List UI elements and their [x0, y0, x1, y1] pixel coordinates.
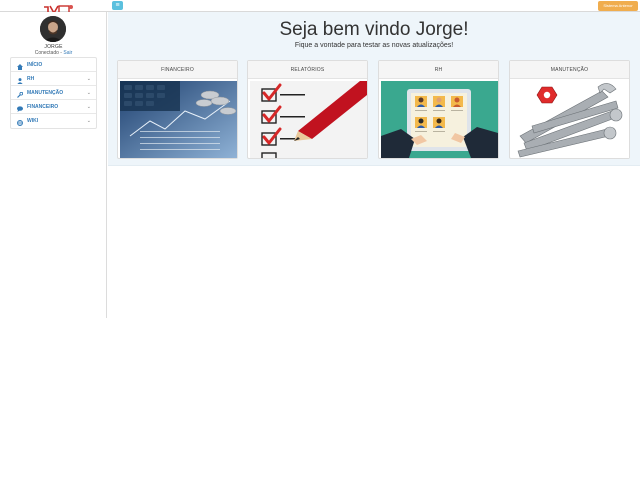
card-manutencao[interactable]: MANUTENÇÃO	[509, 60, 630, 159]
card-rh[interactable]: RH	[378, 60, 499, 159]
old-system-button[interactable]: Sistema Antenor	[598, 1, 638, 11]
page-title: Seja bem vindo Jorge!	[279, 19, 469, 40]
brand-logo[interactable]	[42, 1, 74, 15]
sidebar-item-label: FINANCEIRO	[27, 104, 59, 110]
chevron-down-icon: ⌄	[86, 104, 91, 110]
sidebar-item-label: RH	[27, 76, 35, 82]
checklist-image	[250, 81, 367, 158]
sidebar-item-wiki[interactable]: WIKI ⌄	[11, 114, 96, 128]
card-financeiro[interactable]: FINANCEIRO	[117, 60, 238, 159]
sidebar-item-inicio[interactable]: INÍCIO	[11, 58, 96, 72]
top-navbar: ≡ Sistema Antenor	[0, 0, 640, 15]
sidebar-menu: INÍCIO RH ⌄ MANUTENÇÃO ⌄ FINANCEIRO ⌄ WI…	[10, 57, 97, 129]
hr-profiles-image	[381, 81, 498, 158]
card-title: FINANCEIRO	[118, 61, 237, 79]
card-title: RELATÓRIOS	[248, 61, 367, 79]
sidebar-item-financeiro[interactable]: FINANCEIRO ⌄	[11, 100, 96, 114]
page-subtitle: Fique a vontade para testar as novas atu…	[294, 42, 454, 49]
card-title: MANUTENÇÃO	[510, 61, 629, 79]
card-relatorios[interactable]: RELATÓRIOS	[247, 60, 368, 159]
chevron-down-icon: ⌄	[86, 90, 91, 96]
sidebar-toggle-button[interactable]: ≡	[112, 1, 123, 10]
wrenches-image	[512, 81, 629, 158]
globe-icon	[17, 118, 23, 126]
user-status: Conectado - Sair	[0, 50, 107, 56]
sidebar-item-label: INÍCIO	[27, 62, 43, 68]
sidebar-item-label: MANUTENÇÃO	[27, 90, 64, 96]
comment-icon	[17, 104, 23, 112]
sidebar-item-manutencao[interactable]: MANUTENÇÃO ⌄	[11, 86, 96, 100]
avatar	[40, 16, 66, 42]
sidebar-item-label: WIKI	[27, 118, 39, 124]
home-icon	[17, 62, 23, 70]
chevron-down-icon: ⌄	[86, 118, 91, 124]
connection-status: Conectado -	[34, 50, 64, 56]
chevron-down-icon: ⌄	[86, 76, 91, 82]
wrench-icon	[17, 90, 24, 98]
sidebar: JORGE Conectado - Sair INÍCIO RH ⌄ MANUT…	[0, 12, 107, 318]
user-icon	[17, 76, 23, 84]
welcome-panel: Seja bem vindo Jorge! Fique a vontade pa…	[108, 12, 640, 166]
card-title: RH	[379, 61, 498, 79]
logout-link[interactable]: Sair	[63, 50, 72, 56]
finance-calculator-image	[120, 81, 237, 158]
sidebar-item-rh[interactable]: RH ⌄	[11, 72, 96, 86]
